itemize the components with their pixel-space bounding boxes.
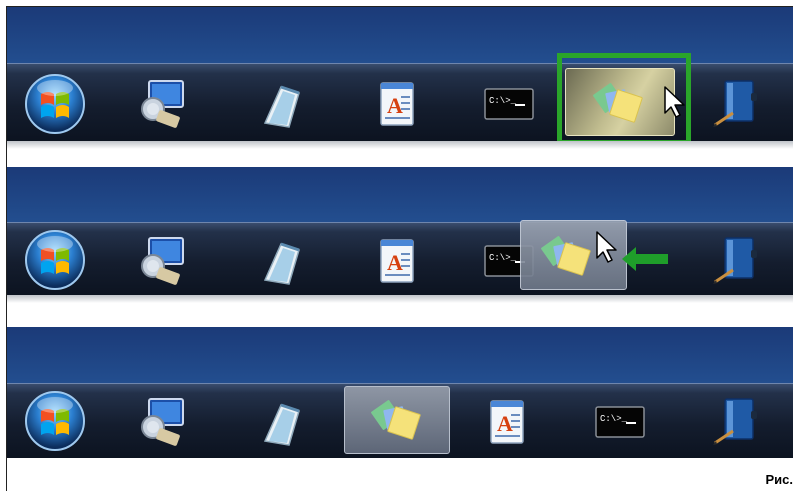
taskbar: A C:\>_ — [7, 220, 793, 296]
wordpad-icon: A — [380, 82, 414, 126]
remote-desktop-computer-icon — [141, 80, 184, 128]
desktop-area — [7, 327, 793, 383]
remote-desktop-computer-icon — [141, 237, 184, 285]
sticky-notes-icon-holder — [537, 226, 597, 286]
command-prompt-icon: C:\>_ — [595, 406, 645, 438]
figure-caption: Рис. — [765, 472, 793, 487]
mouse-cursor-icon — [595, 230, 621, 264]
sticky-notes-icon — [541, 236, 591, 276]
start-button[interactable] — [23, 228, 87, 292]
address-book-icon — [713, 80, 757, 127]
remote-desktop-computer-icon — [141, 398, 184, 446]
start-button[interactable] — [23, 389, 87, 453]
svg-text:A: A — [497, 411, 513, 436]
svg-text:C:\>_: C:\>_ — [489, 96, 517, 106]
panel-shadow — [7, 141, 793, 149]
notepad-icon — [263, 242, 300, 285]
svg-text:A: A — [387, 250, 403, 275]
cmd-taskbar-button[interactable]: C:\>_ — [479, 73, 539, 133]
green-left-arrow-icon — [620, 245, 670, 273]
wordpad-icon: A — [490, 400, 524, 444]
wordpad-taskbar-button[interactable]: A — [367, 73, 427, 133]
svg-text:C:\>_: C:\>_ — [489, 253, 517, 263]
computer-taskbar-button[interactable] — [131, 73, 191, 133]
computer-taskbar-button[interactable] — [131, 391, 191, 451]
wordpad-taskbar-button[interactable]: A — [477, 391, 537, 451]
mouse-cursor-icon — [663, 85, 689, 119]
wordpad-icon: A — [380, 239, 414, 283]
svg-text:A: A — [387, 93, 403, 118]
sticky-notes-icon — [371, 400, 421, 440]
notepad-taskbar-button[interactable] — [251, 391, 311, 451]
cmd-taskbar-button[interactable]: C:\>_ — [590, 391, 650, 451]
command-prompt-icon: C:\>_ — [484, 88, 534, 120]
computer-taskbar-button[interactable] — [131, 230, 191, 290]
taskbar: A C:\>_ — [7, 383, 793, 458]
address-book-icon — [713, 237, 757, 284]
address-book-icon — [713, 398, 757, 445]
notepad-icon — [263, 85, 300, 128]
svg-text:C:\>_: C:\>_ — [600, 414, 628, 424]
panel-after-drop: A C:\>_ — [7, 327, 793, 467]
address-book-taskbar-button[interactable] — [707, 230, 767, 290]
notepad-taskbar-button[interactable] — [251, 73, 311, 133]
wordpad-taskbar-button[interactable]: A — [367, 230, 427, 290]
panel-shadow — [7, 295, 793, 303]
sticky-notes-icon-holder — [367, 390, 427, 450]
notepad-icon — [263, 403, 300, 446]
start-button[interactable] — [23, 72, 87, 136]
screenshot-frame: A C:\>_ A C:\>_ A C:\>_ Рис. — [6, 6, 793, 491]
address-book-taskbar-button[interactable] — [707, 73, 767, 133]
notepad-taskbar-button[interactable] — [251, 230, 311, 290]
desktop-area — [7, 167, 793, 222]
panel-during-drag: A C:\>_ — [7, 167, 793, 303]
address-book-taskbar-button[interactable] — [707, 391, 767, 451]
